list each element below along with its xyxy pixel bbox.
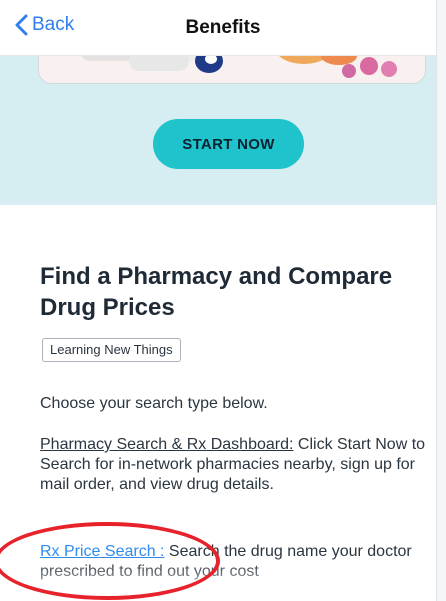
article-title: Find a Pharmacy and Compare Drug Prices	[40, 263, 393, 321]
nav-bar: Back Benefits	[0, 0, 446, 56]
annotation-circle	[0, 522, 220, 600]
page-title: Benefits	[185, 17, 261, 38]
category-tag: Learning New Things	[42, 338, 181, 362]
pharmacy-search-link[interactable]: Pharmacy Search & Rx Dashboard:	[40, 436, 293, 453]
pharmacy-paragraph: Pharmacy Search & Rx Dashboard: Click St…	[40, 435, 432, 495]
scrollbar-track	[436, 0, 446, 601]
start-now-button[interactable]: START NOW	[153, 119, 304, 169]
intro-text: Choose your search type below.	[40, 395, 268, 412]
